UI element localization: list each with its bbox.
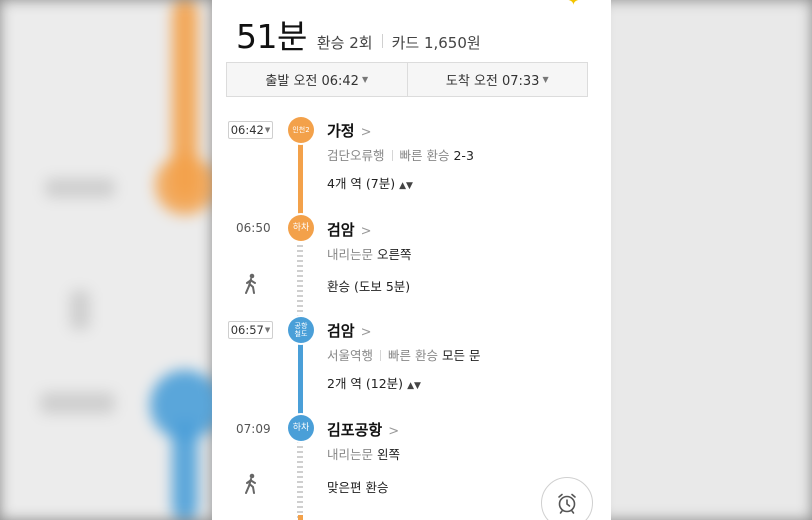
step-time: 06:57 [230, 323, 264, 337]
route-detail-card: ✦ 51분 환승 2회 카드 1,650원 출발 오전 06:42 ▼ 도착 오… [212, 0, 611, 520]
walking-person-icon [245, 473, 256, 494]
chevron-right-icon: > [360, 224, 372, 239]
stops-toggle[interactable]: 2개 역 (12분) ▲▼ [327, 373, 421, 392]
departure-time-button[interactable]: 출발 오전 06:42 ▼ [227, 63, 407, 96]
caret-down-icon: ▼ [264, 126, 271, 134]
background-block [45, 178, 115, 198]
departure-time-chip[interactable]: 06:57 ▼ [228, 321, 273, 339]
next-line-segment [298, 515, 303, 520]
alarm-button[interactable] [541, 477, 593, 520]
transfer-text: 맞은편 환승 [327, 480, 389, 495]
line-badge-incheon2: 인천2 [288, 117, 314, 143]
line-badge-text: 공항철도 [294, 322, 308, 338]
chevron-right-icon: > [360, 325, 372, 340]
up-down-arrow-icon: ▲▼ [407, 381, 421, 391]
walking-person-icon [245, 273, 256, 294]
background-blue-line [172, 420, 198, 520]
divider [391, 150, 393, 161]
fast-transfer-value: 모든 문 [441, 348, 481, 363]
door-value: 오른쪽 [377, 247, 412, 262]
station-name: 검암 [327, 221, 355, 239]
background-right [600, 0, 812, 520]
arrival-value: 오전 07:33 [473, 74, 540, 89]
walk-transfer-text: 환승 (도보 5분) [327, 279, 411, 294]
station-link[interactable]: 가정 > [327, 120, 372, 141]
station-link[interactable]: 김포공항 > [327, 419, 399, 440]
background-block [40, 392, 115, 414]
door-info: 내리는문 오른쪽 [327, 244, 412, 263]
direction-info: 검단오류행 빠른 환승 2-3 [327, 145, 474, 164]
divider [381, 34, 383, 48]
background-left [0, 0, 220, 520]
station-name: 검암 [327, 322, 355, 340]
stops-toggle[interactable]: 4개 역 (7분) ▲▼ [327, 173, 413, 192]
background-orange-dot [155, 155, 215, 215]
time-selector: 출발 오전 06:42 ▼ 도착 오전 07:33 ▼ [226, 62, 588, 97]
door-value: 왼쪽 [377, 447, 401, 462]
walking-transfer-path [297, 441, 303, 520]
departure-label: 출발 [265, 74, 290, 89]
stop-count: 2개 역 (12분) [327, 376, 404, 391]
direction: 검단오류행 [327, 148, 385, 163]
airport-line-segment [298, 335, 303, 427]
door-label: 내리는문 [327, 447, 374, 462]
caret-down-icon: ▼ [264, 326, 271, 334]
stop-count: 4개 역 (7분) [327, 176, 396, 191]
station-link[interactable]: 검암 > [327, 219, 372, 240]
departure-value: 오전 06:42 [293, 74, 359, 89]
total-time: 51분 [236, 17, 307, 56]
step-time: 06:42 [230, 123, 264, 137]
chevron-right-icon: > [360, 125, 372, 140]
arrival-time: 07:09 [236, 422, 271, 436]
star-icon[interactable]: ✦ [568, 0, 579, 9]
arrival-time: 06:50 [236, 221, 271, 235]
arrival-label: 도착 [445, 74, 470, 89]
fast-transfer-label: 빠른 환승 [388, 348, 438, 363]
up-down-arrow-icon: ▲▼ [399, 181, 413, 191]
door-info: 내리는문 왼쪽 [327, 444, 400, 463]
fast-transfer-label: 빠른 환승 [399, 148, 450, 163]
divider [380, 350, 382, 361]
station-name: 김포공항 [327, 421, 383, 439]
fast-transfer-value: 2-3 [453, 148, 474, 163]
caret-down-icon: ▼ [361, 75, 369, 84]
route-summary: 51분 환승 2회 카드 1,650원 [236, 10, 481, 58]
door-label: 내리는문 [327, 247, 374, 262]
direction-info: 서울역행 빠른 환승 모든 문 [327, 345, 480, 364]
incheon2-line-segment [298, 135, 303, 227]
fare: 카드 1,650원 [391, 34, 481, 52]
line-badge-airport-railroad: 공항철도 [288, 317, 314, 343]
background-block [70, 290, 90, 330]
chevron-right-icon: > [388, 424, 400, 439]
caret-down-icon: ▼ [542, 75, 549, 84]
station-link[interactable]: 검암 > [327, 320, 372, 341]
alarm-clock-icon [558, 493, 576, 514]
transfer-count: 환승 2회 [316, 34, 373, 52]
direction: 서울역행 [327, 348, 374, 363]
alight-badge: 하차 [288, 415, 314, 441]
alight-badge: 하차 [288, 215, 314, 241]
departure-time-chip[interactable]: 06:42 ▼ [228, 121, 273, 139]
walking-transfer-path [297, 240, 303, 322]
station-name: 가정 [327, 122, 355, 140]
arrival-time-button[interactable]: 도착 오전 07:33 ▼ [406, 63, 588, 96]
